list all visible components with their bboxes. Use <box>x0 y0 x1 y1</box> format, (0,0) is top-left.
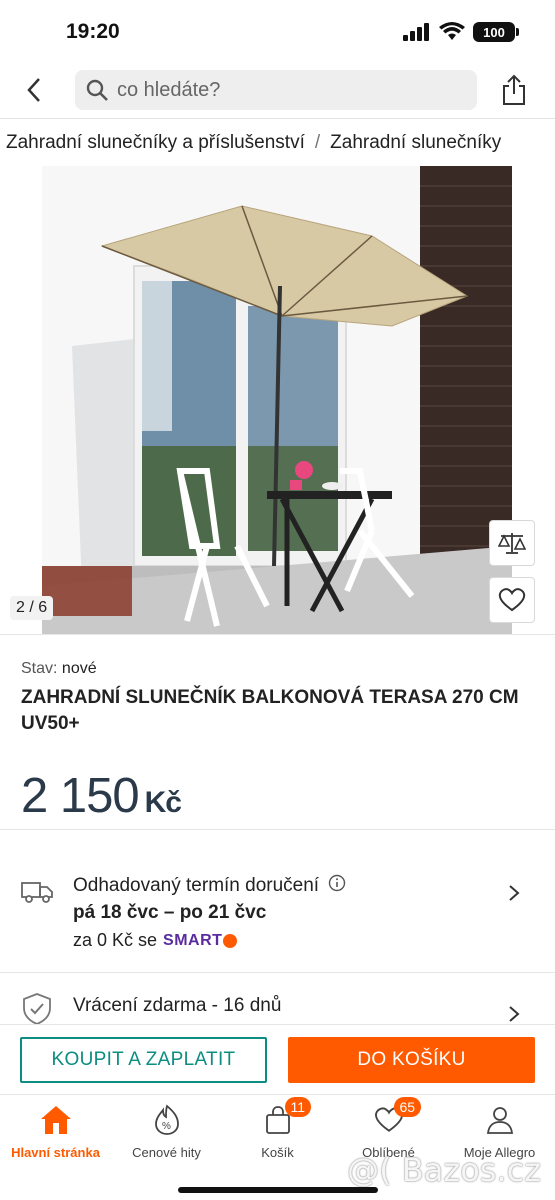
smart-logo: SMART <box>163 931 223 949</box>
returns-title: Vrácení zdarma - 16 dnů <box>73 995 282 1016</box>
wifi-icon <box>439 22 465 40</box>
user-icon <box>483 1103 517 1137</box>
condition-label: Stav: <box>21 660 58 677</box>
home-indicator[interactable] <box>178 1187 378 1193</box>
product-price: 2 150 Kč <box>21 768 182 824</box>
heart-icon <box>498 588 526 612</box>
signal-icon <box>403 23 429 41</box>
product-title: ZAHRADNÍ SLUNEČNÍK BALKONOVÁ TERASA 270 … <box>21 687 519 734</box>
gallery-counter: 2 / 6 <box>10 596 54 620</box>
home-icon <box>39 1103 73 1137</box>
buy-now-button[interactable]: KOUPIT A ZAPLATIT <box>20 1037 267 1083</box>
breadcrumb-item[interactable]: Zahradní slunečníky <box>330 132 501 154</box>
search-input[interactable]: co hledáte? <box>75 70 477 110</box>
battery-level: 100 <box>483 24 505 40</box>
chevron-right-icon <box>509 885 520 901</box>
chevron-left-icon <box>27 78 40 102</box>
product-photo[interactable] <box>42 166 512 634</box>
delivery-dates: pá 18 čvc – po 21 čvc <box>73 902 267 923</box>
share-button[interactable] <box>496 70 532 110</box>
add-to-cart-button[interactable]: DO KOŠÍKU <box>288 1037 535 1083</box>
price-currency: Kč <box>144 786 182 819</box>
product-condition: Stav: nové <box>21 660 97 678</box>
tab-label: Cenové hity <box>132 1145 201 1160</box>
truck-icon <box>21 882 53 903</box>
scale-icon <box>498 533 526 554</box>
tab-home[interactable]: Hlavní stránka <box>0 1099 111 1165</box>
tab-bar: Hlavní stránka % Cenové hity 11 Košík 65… <box>0 1094 555 1200</box>
divider <box>0 972 555 973</box>
product-gallery[interactable]: 2 / 6 <box>0 166 555 634</box>
condition-value: nové <box>61 660 97 677</box>
shield-check-icon <box>23 993 51 1025</box>
info-icon[interactable] <box>328 874 346 892</box>
breadcrumb-separator: / <box>314 131 321 153</box>
price-value: 2 150 <box>21 769 140 823</box>
breadcrumb: Zahradní slunečníky a příslušenství / Za… <box>0 118 555 166</box>
action-bar: KOUPIT A ZAPLATIT DO KOŠÍKU <box>0 1024 555 1094</box>
svg-text:%: % <box>162 1121 171 1132</box>
compare-button[interactable] <box>489 520 535 566</box>
watermark: @( Bazos.cz <box>347 1151 541 1189</box>
delivery-title-text: Odhadovaný termín doručení <box>73 875 320 896</box>
tab-cart[interactable]: 11 Košík <box>222 1097 333 1165</box>
delivery-cost: za 0 Kč se SMART <box>73 930 238 951</box>
cart-badge: 11 <box>284 1097 312 1117</box>
tab-label: Hlavní stránka <box>11 1145 100 1160</box>
delivery-cost-text: za 0 Kč se <box>73 930 158 950</box>
favorite-button[interactable] <box>489 577 535 623</box>
status-icons: 100 <box>403 22 519 42</box>
delivery-row[interactable]: Odhadovaný termín doručení pá 18 čvc – p… <box>0 830 555 973</box>
back-button[interactable] <box>18 72 50 108</box>
share-icon <box>503 74 525 105</box>
tab-deals[interactable]: % Cenové hity <box>111 1099 222 1165</box>
chevron-right-icon <box>509 1006 520 1022</box>
favorites-badge: 65 <box>393 1097 422 1117</box>
smart-badge-icon <box>223 933 238 948</box>
divider <box>0 634 555 635</box>
status-bar: 19:20 100 <box>0 0 555 62</box>
search-placeholder: co hledáte? <box>117 78 221 101</box>
top-bar: co hledáte? <box>0 62 555 118</box>
battery-icon: 100 <box>473 22 519 42</box>
parasol-photo-illustration <box>42 166 512 634</box>
discount-icon: % <box>150 1103 184 1137</box>
breadcrumb-item[interactable]: Zahradní slunečníky a příslušenství <box>6 132 305 154</box>
cart-icon: 11 <box>261 1097 312 1137</box>
search-icon <box>86 79 108 101</box>
status-time: 19:20 <box>66 20 120 43</box>
delivery-title: Odhadovaný termín doručení <box>73 874 346 897</box>
tab-label: Košík <box>261 1145 294 1160</box>
heart-icon: 65 <box>372 1097 422 1137</box>
